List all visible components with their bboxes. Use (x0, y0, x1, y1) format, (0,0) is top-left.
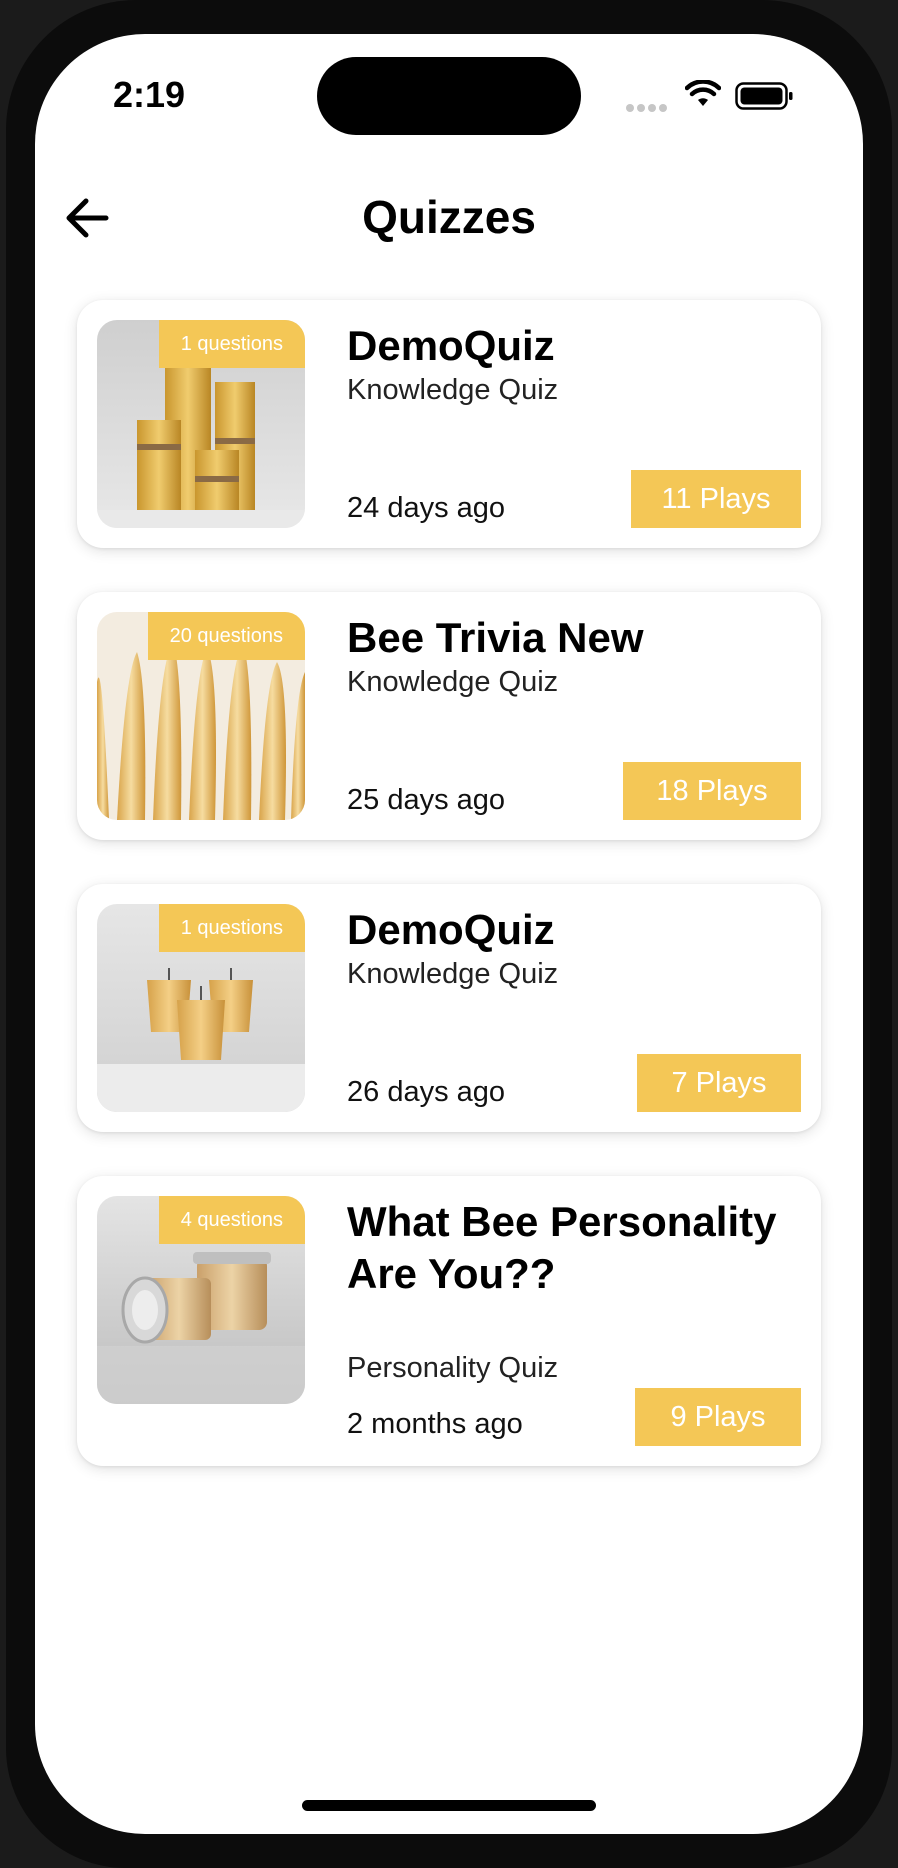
dynamic-island (317, 57, 581, 135)
quiz-date: 2 months ago (347, 1408, 523, 1440)
quiz-date: 26 days ago (347, 1076, 506, 1108)
quiz-type: Knowledge Quiz (347, 666, 559, 698)
quiz-date: 24 days ago (347, 492, 506, 524)
quiz-thumbnail: 4 questions (97, 1196, 305, 1404)
question-count-badge: 4 questions (158, 1196, 305, 1244)
status-time: 2:19 (113, 74, 186, 115)
page-title: Quizzes (362, 191, 536, 243)
plays-button[interactable]: 9 Plays (635, 1388, 801, 1446)
question-count-badge: 1 questions (158, 904, 305, 952)
quiz-thumbnail: 1 questions (97, 320, 305, 528)
question-count-badge: 1 questions (158, 320, 305, 368)
quiz-card[interactable]: 4 questions What Bee Personality Are You… (77, 1176, 821, 1466)
quiz-title: DemoQuiz (347, 906, 555, 953)
quiz-card[interactable]: 1 questions DemoQuiz Knowledge Quiz 24 d… (77, 300, 821, 548)
quiz-thumbnail: 20 questions (97, 612, 305, 820)
battery-icon (735, 82, 793, 110)
cellular-signal-icon (626, 99, 670, 117)
quiz-card[interactable]: 20 questions Bee Trivia New Knowledge Qu… (77, 592, 821, 840)
plays-button[interactable]: 7 Plays (637, 1054, 801, 1112)
wifi-icon (685, 80, 721, 106)
home-indicator[interactable] (302, 1800, 596, 1811)
plays-button[interactable]: 11 Plays (631, 470, 801, 528)
question-count-badge: 20 questions (147, 612, 305, 660)
quiz-title: Bee Trivia New (347, 614, 644, 661)
quiz-date: 25 days ago (347, 784, 506, 816)
quiz-type: Knowledge Quiz (347, 958, 559, 990)
quiz-thumbnail: 1 questions (97, 904, 305, 1112)
plays-button[interactable]: 18 Plays (623, 762, 801, 820)
quiz-title: What Bee Personality Are You?? (347, 1198, 777, 1297)
quiz-card[interactable]: 1 questions DemoQuiz Knowledge Quiz 26 d… (77, 884, 821, 1132)
quiz-type: Knowledge Quiz (347, 374, 559, 406)
quiz-type: Personality Quiz (347, 1352, 559, 1384)
quiz-title: DemoQuiz (347, 322, 555, 369)
